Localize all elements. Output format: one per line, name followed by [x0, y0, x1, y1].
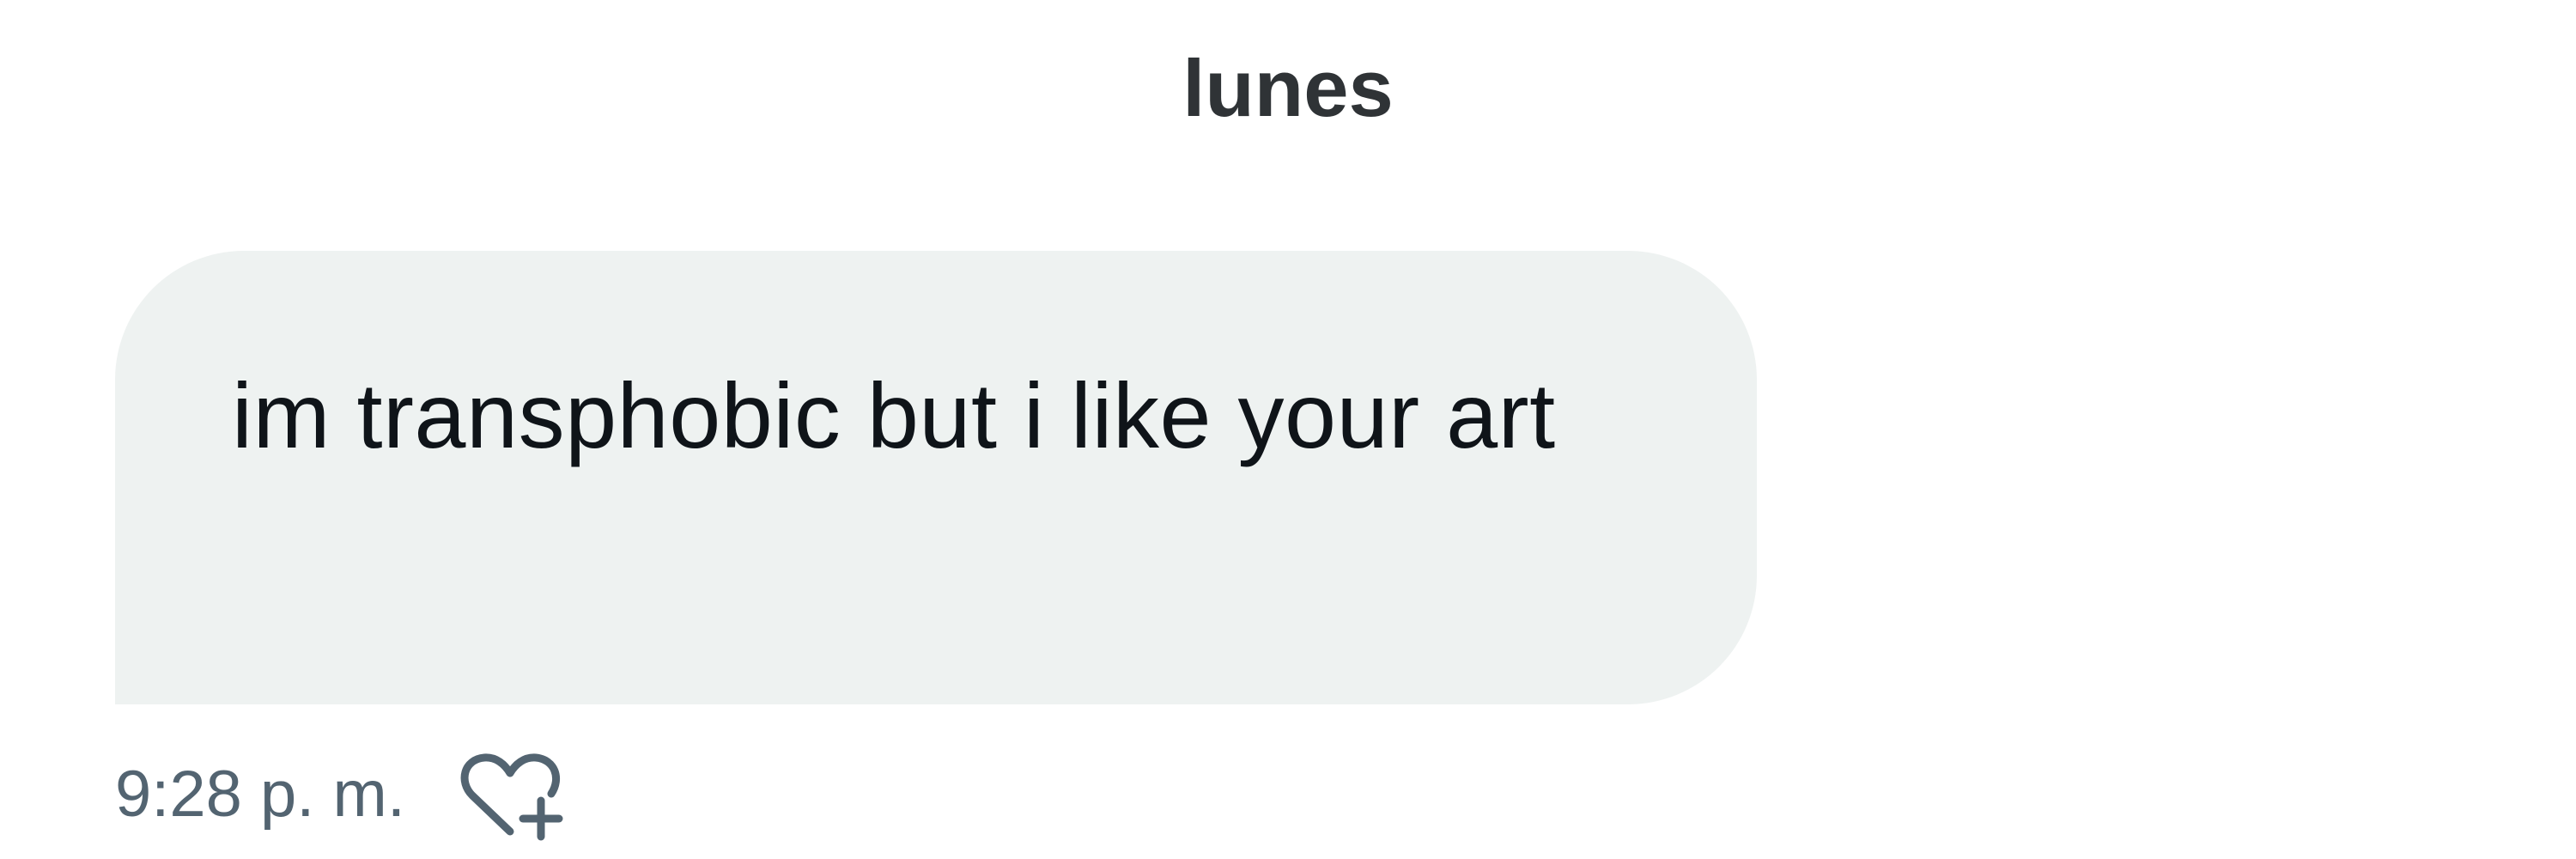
message-meta: 9:28 p. m.: [115, 747, 567, 842]
received-message-bubble[interactable]: im transphobic but i like your art: [115, 251, 1757, 704]
conversation-thread: lunes im transphobic but i like your art…: [0, 0, 2576, 859]
add-reaction-button[interactable]: [455, 747, 567, 842]
message-text: im transphobic but i like your art: [232, 363, 1556, 467]
heart-plus-icon: [460, 753, 563, 841]
day-separator: lunes: [1182, 43, 1394, 133]
message-timestamp: 9:28 p. m.: [115, 758, 405, 831]
